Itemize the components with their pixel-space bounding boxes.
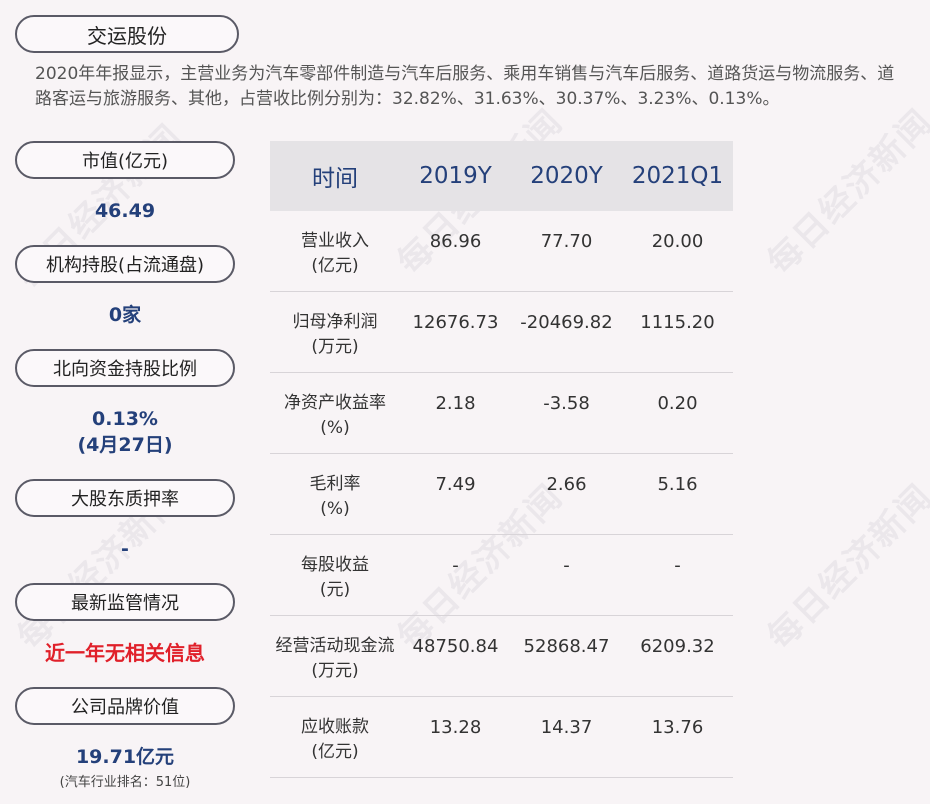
cell-value: -: [452, 555, 459, 576]
table-row: 营业收入 (亿元) 86.96 77.70 20.00: [270, 211, 733, 292]
cell-value: -: [563, 555, 570, 576]
pledge-value: -: [121, 538, 129, 560]
cell-value: 12676.73: [412, 312, 499, 333]
header-cell: 2019Y: [419, 163, 492, 189]
financial-table: 时间 2019Y 2020Y 2021Q1 营业收入 (亿元) 86.96 77.…: [270, 141, 733, 778]
cell-value: 0.20: [657, 393, 698, 414]
regulation-label: 最新监管情况: [15, 583, 235, 621]
brand-value: 19.71亿元: [75, 746, 175, 768]
cell-value: 13.76: [651, 717, 704, 738]
cell-value: 13.28: [429, 717, 482, 738]
watermark-text: 每日经济新闻: [759, 101, 930, 283]
row-label: 营业收入 (亿元): [301, 231, 369, 276]
cell-value: 14.37: [540, 717, 593, 738]
row-label: 应收账款 (亿元): [301, 717, 369, 762]
header-cell: 2021Q1: [631, 163, 724, 189]
cell-value: -20469.82: [520, 312, 613, 333]
northbound-label: 北向资金持股比例: [15, 349, 235, 387]
pledge-label: 大股东质押率: [15, 479, 235, 517]
market-cap-value: 46.49: [94, 200, 156, 222]
cell-value: -: [674, 555, 681, 576]
company-title: 交运股份: [15, 15, 239, 53]
intro-text: 2020年年报显示，主营业务为汽车零部件制造与汽车后服务、乘用车销售与汽车后服务…: [35, 64, 895, 109]
row-label: 每股收益 (元): [301, 555, 369, 600]
cell-value: 52868.47: [523, 636, 610, 657]
cell-value: 7.49: [435, 474, 476, 495]
cell-value: 86.96: [429, 231, 482, 252]
regulation-value: 近一年无相关信息: [45, 641, 205, 665]
row-label: 净资产收益率 (%): [284, 393, 386, 438]
cell-value: 2.18: [435, 393, 476, 414]
market-cap-label: 市值(亿元): [15, 141, 235, 179]
institution-value: 0家: [108, 304, 142, 326]
table-row: 经营活动现金流 (万元) 48750.84 52868.47 6209.32: [270, 616, 733, 697]
brand-rank: (汽车行业排名：51位): [59, 775, 191, 790]
northbound-value: 0.13%: [92, 408, 158, 430]
row-label: 经营活动现金流 (万元): [275, 636, 395, 681]
cell-value: 6209.32: [640, 636, 715, 657]
row-label: 归母净利润 (万元): [292, 312, 378, 357]
header-cell: 2020Y: [530, 163, 603, 189]
cell-value: 5.16: [657, 474, 698, 495]
cell-value: 2.66: [546, 474, 587, 495]
institution-label: 机构持股(占流通盘): [15, 245, 235, 283]
table-row: 净资产收益率 (%) 2.18 -3.58 0.20: [270, 373, 733, 454]
northbound-date: (4月27日): [77, 434, 173, 456]
watermark-text: 每日经济新闻: [759, 476, 930, 658]
cell-value: -3.58: [543, 393, 590, 414]
table-row: 毛利率 (%) 7.49 2.66 5.16: [270, 454, 733, 535]
table-header: 时间 2019Y 2020Y 2021Q1: [270, 141, 733, 211]
cell-value: 20.00: [651, 231, 704, 252]
cell-value: 77.70: [540, 231, 593, 252]
row-label: 毛利率 (%): [309, 474, 361, 519]
cell-value: 48750.84: [412, 636, 499, 657]
cell-value: 1115.20: [640, 312, 715, 333]
header-cell: 时间: [312, 166, 358, 192]
brand-label: 公司品牌价值: [15, 687, 235, 725]
table-row: 应收账款 (亿元) 13.28 14.37 13.76: [270, 697, 733, 778]
table-row: 每股收益 (元) - - -: [270, 535, 733, 616]
table-row: 归母净利润 (万元) 12676.73 -20469.82 1115.20: [270, 292, 733, 373]
